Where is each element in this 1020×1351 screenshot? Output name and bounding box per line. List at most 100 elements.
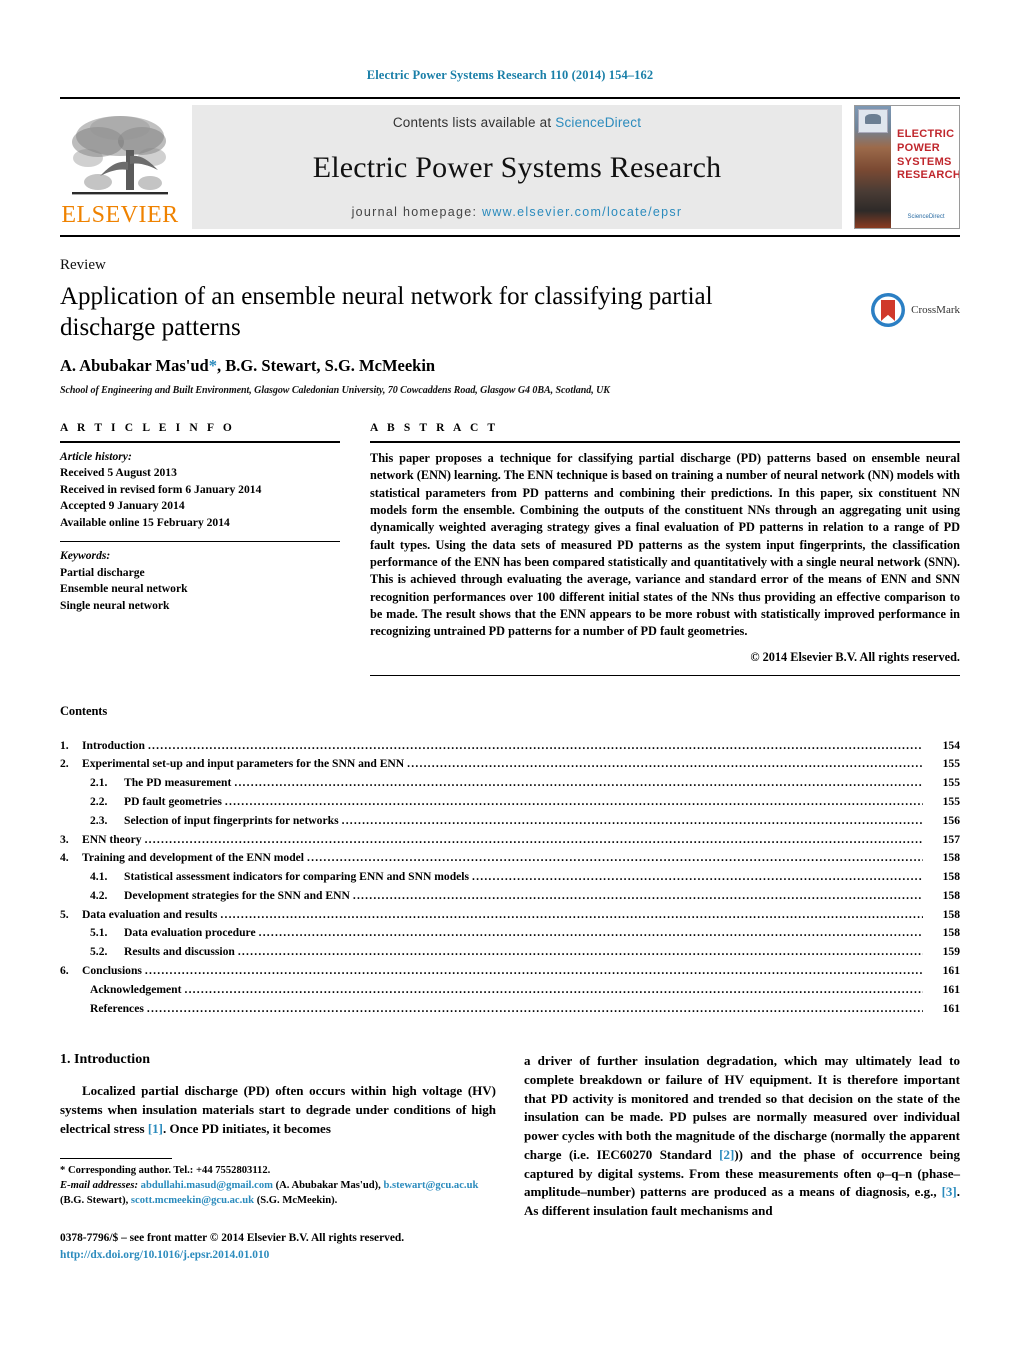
toc-entry-label: Data evaluation procedure	[124, 926, 256, 940]
imprint-block: 0378-7796/$ – see front matter © 2014 El…	[60, 1230, 496, 1263]
history-item: Available online 15 February 2014	[60, 515, 230, 529]
toc-entry[interactable]: 5.1. Data evaluation procedure...........…	[60, 924, 960, 943]
toc-leader-dots: ........................................…	[234, 776, 923, 790]
abstract-text: This paper proposes a technique for clas…	[370, 451, 960, 639]
author-primary: A. Abubakar Mas'ud	[60, 356, 209, 375]
email-addresses-note: E-mail addresses: abdullahi.masud@gmail.…	[60, 1179, 496, 1208]
cover-title-line2: SYSTEMS RESEARCH	[897, 155, 960, 182]
toc-entry-page: 155	[942, 757, 960, 771]
article-first-page: Electric Power Systems Research 110 (201…	[0, 0, 1020, 1351]
toc-entry-label: Data evaluation and results	[82, 907, 218, 921]
toc-leader-dots: ........................................…	[147, 738, 923, 752]
corresponding-author-text: Corresponding author. Tel.: +44 75528031…	[65, 1165, 271, 1177]
body-columns: 1. Introduction Localized partial discha…	[60, 1052, 960, 1263]
email-link-1[interactable]: abdullahi.masud@gmail.com	[141, 1180, 273, 1191]
article-history-label: Article history:	[60, 450, 132, 463]
toc-entry[interactable]: 2. Experimental set-up and input paramete…	[60, 755, 960, 774]
email-owner-2: (B.G. Stewart),	[60, 1194, 129, 1206]
cover-footer-text: ScienceDirect	[907, 214, 945, 220]
toc-entry-page: 161	[942, 963, 960, 977]
toc-entry-page: 155	[942, 776, 960, 790]
contents-prefix-text: Contents lists available at	[392, 115, 556, 130]
toc-entry[interactable]: 2.3. Selection of input fingerprints for …	[60, 812, 960, 831]
toc-entry-subnumber: 2.2.	[90, 794, 108, 808]
body-column-right: a driver of further insulation degradati…	[524, 1052, 960, 1263]
contents-section: Contents 1. Introduction.................…	[60, 704, 960, 1019]
crossmark-icon	[871, 293, 906, 327]
footnote-separator	[60, 1158, 172, 1160]
toc-entry-label: Introduction	[82, 738, 145, 752]
toc-entry-page: 161	[942, 1001, 960, 1015]
toc-entry-number: 6.	[60, 963, 69, 977]
toc-entry-number: 1.	[60, 738, 69, 752]
toc-entry[interactable]: Acknowledgement.........................…	[60, 981, 960, 1000]
toc-entry[interactable]: 5. Data evaluation and results...........…	[60, 906, 960, 925]
title-column: Application of an ensemble neural networ…	[60, 282, 870, 396]
toc-entry-label: Experimental set-up and input parameters…	[82, 757, 405, 771]
toc-leader-dots: ........................................…	[352, 888, 923, 902]
toc-entry[interactable]: 6. Conclusions...........................…	[60, 962, 960, 981]
toc-leader-dots: ........................................…	[184, 982, 923, 996]
crossmark-badge[interactable]: CrossMark	[870, 282, 960, 328]
title-row: Application of an ensemble neural networ…	[60, 282, 960, 396]
info-abstract-section: A R T I C L E I N F O Article history: R…	[60, 422, 960, 676]
toc-entry-label: References	[90, 1001, 144, 1015]
toc-entry[interactable]: 5.2. Results and discussion..............…	[60, 943, 960, 962]
toc-leader-dots: ........................................…	[307, 851, 923, 865]
email-link-2[interactable]: b.stewart@gcu.ac.uk	[383, 1180, 478, 1191]
keyword-item: Ensemble neural network	[60, 582, 188, 596]
toc-entry-subnumber: 2.3.	[90, 813, 108, 827]
toc-entry-number: 5.	[60, 907, 69, 921]
toc-entry-page: 158	[942, 926, 960, 940]
toc-entry-subnumber: 5.1.	[90, 926, 108, 940]
toc-entry-page: 159	[942, 945, 960, 959]
sciencedirect-link[interactable]: ScienceDirect	[555, 115, 641, 130]
toc-leader-dots: ........................................…	[258, 926, 923, 940]
toc-entry-label: Development strategies for the SNN and E…	[124, 888, 350, 902]
toc-entry-page: 158	[942, 907, 960, 921]
email-link-3[interactable]: scott.mcmeekin@gcu.ac.uk	[131, 1195, 254, 1206]
cover-title-line1: ELECTRIC POWER	[897, 128, 955, 154]
cover-elsevier-mark	[858, 109, 888, 133]
author-list: A. Abubakar Mas'ud*, B.G. Stewart, S.G. …	[60, 356, 856, 376]
toc-entry-number: 4.	[60, 851, 69, 865]
affiliation: School of Engineering and Built Environm…	[60, 385, 610, 396]
homepage-prefix-text: journal homepage:	[351, 205, 478, 219]
journal-cover-thumbnail: ELECTRIC POWER SYSTEMS RESEARCH ScienceD…	[854, 105, 960, 229]
contents-heading: Contents	[60, 703, 108, 718]
crossmark-label: CrossMark	[911, 304, 960, 316]
citation-ref-1[interactable]: [1]	[148, 1121, 163, 1136]
elsevier-tree-icon	[72, 116, 168, 195]
toc-leader-dots: ........................................…	[237, 945, 923, 959]
abstract-column: A B S T R A C T This paper proposes a te…	[370, 422, 960, 676]
intro-paragraph-right: a driver of further insulation degradati…	[524, 1052, 960, 1220]
toc-leader-dots: ........................................…	[472, 870, 923, 884]
citation-ref-3[interactable]: [3]	[942, 1184, 957, 1199]
doi-link[interactable]: http://dx.doi.org/10.1016/j.epsr.2014.01…	[60, 1247, 496, 1264]
toc-leader-dots: ........................................…	[144, 832, 923, 846]
citation-ref-2[interactable]: [2]	[719, 1147, 734, 1162]
toc-entry-label: Selection of input fingerprints for netw…	[124, 813, 339, 827]
history-item: Received in revised form 6 January 2014	[60, 482, 262, 496]
toc-entry[interactable]: References..............................…	[60, 1000, 960, 1019]
toc-entry[interactable]: 3. ENN theory............................…	[60, 831, 960, 850]
toc-entry[interactable]: 4.2. Development strategies for the SNN a…	[60, 887, 960, 906]
article-info-column: A R T I C L E I N F O Article history: R…	[60, 422, 370, 676]
running-head: Electric Power Systems Research 110 (201…	[366, 68, 654, 82]
toc-entry-subnumber: 4.2.	[90, 888, 108, 902]
toc-leader-dots: ........................................…	[144, 963, 923, 977]
toc-entry[interactable]: 2.2. PD fault geometries.................…	[60, 793, 960, 812]
toc-entry-label: Statistical assessment indicators for co…	[124, 870, 470, 884]
toc-entry-label: PD fault geometries	[124, 794, 222, 808]
toc-leader-dots: ........................................…	[341, 813, 923, 827]
toc-entry[interactable]: 4. Training and development of the ENN mo…	[60, 849, 960, 868]
toc-entry[interactable]: 2.1. The PD measurement..................…	[60, 774, 960, 793]
toc-entry[interactable]: 1. Introduction..........................…	[60, 737, 960, 756]
journal-homepage-link[interactable]: www.elsevier.com/locate/epsr	[482, 205, 682, 219]
toc-entry[interactable]: 4.1. Statistical assessment indicators fo…	[60, 868, 960, 887]
journal-band: Contents lists available at ScienceDirec…	[192, 105, 842, 229]
keyword-item: Partial discharge	[60, 565, 145, 579]
toc-entry-label: The PD measurement	[124, 776, 232, 790]
toc-entry-number: 2.	[60, 757, 69, 771]
email-addresses-label: E-mail addresses:	[60, 1180, 138, 1192]
